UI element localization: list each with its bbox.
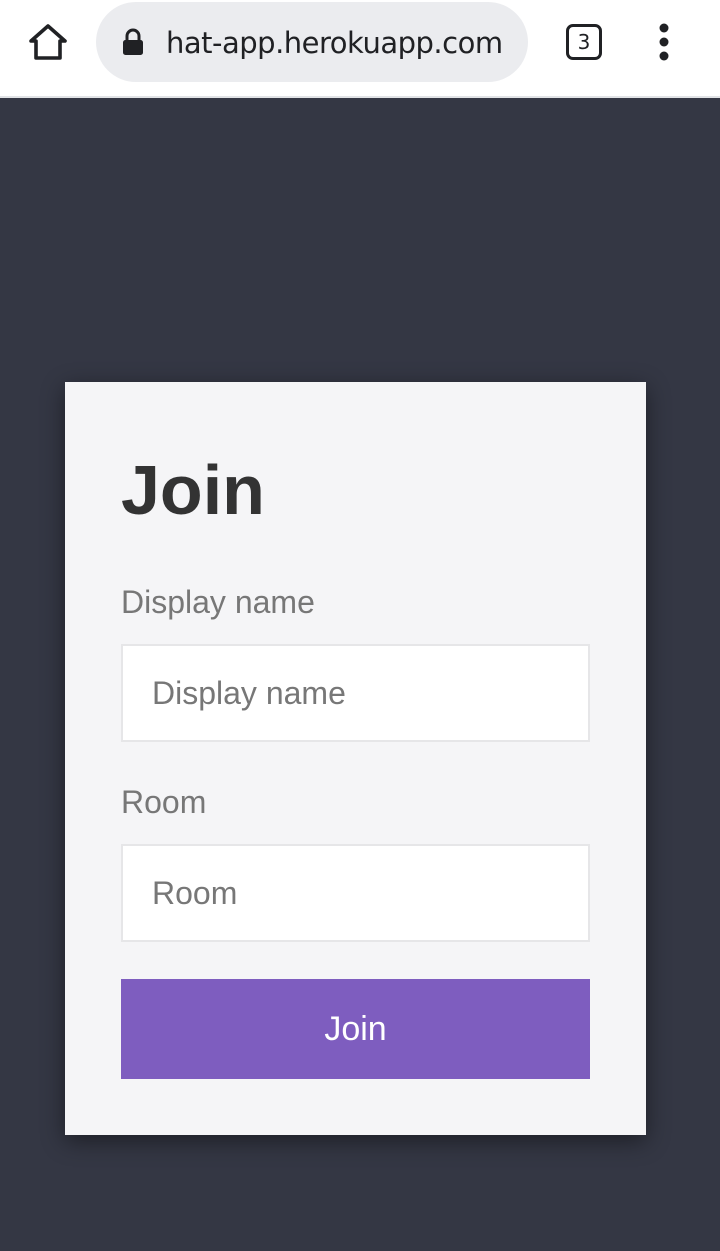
home-icon (29, 24, 67, 60)
display-name-label: Display name (121, 584, 315, 620)
lock-icon (123, 28, 143, 55)
display-name-input[interactable] (121, 644, 590, 742)
browser-toolbar: hat-app.herokuapp.com 3 (0, 0, 720, 98)
room-label: Room (121, 784, 207, 820)
tab-count: 3 (577, 30, 591, 54)
room-input[interactable] (121, 844, 590, 942)
url-text: hat-app.herokuapp.com (166, 26, 503, 60)
tab-switcher-button[interactable]: 3 (566, 24, 602, 60)
join-title: Join (121, 451, 265, 529)
browser-menu-button[interactable] (648, 20, 680, 64)
address-bar[interactable]: hat-app.herokuapp.com (96, 2, 528, 82)
more-vert-icon (659, 23, 669, 61)
home-button[interactable] (22, 18, 74, 66)
join-card: Join Display name Room Join (65, 382, 646, 1135)
join-button[interactable]: Join (121, 979, 590, 1079)
